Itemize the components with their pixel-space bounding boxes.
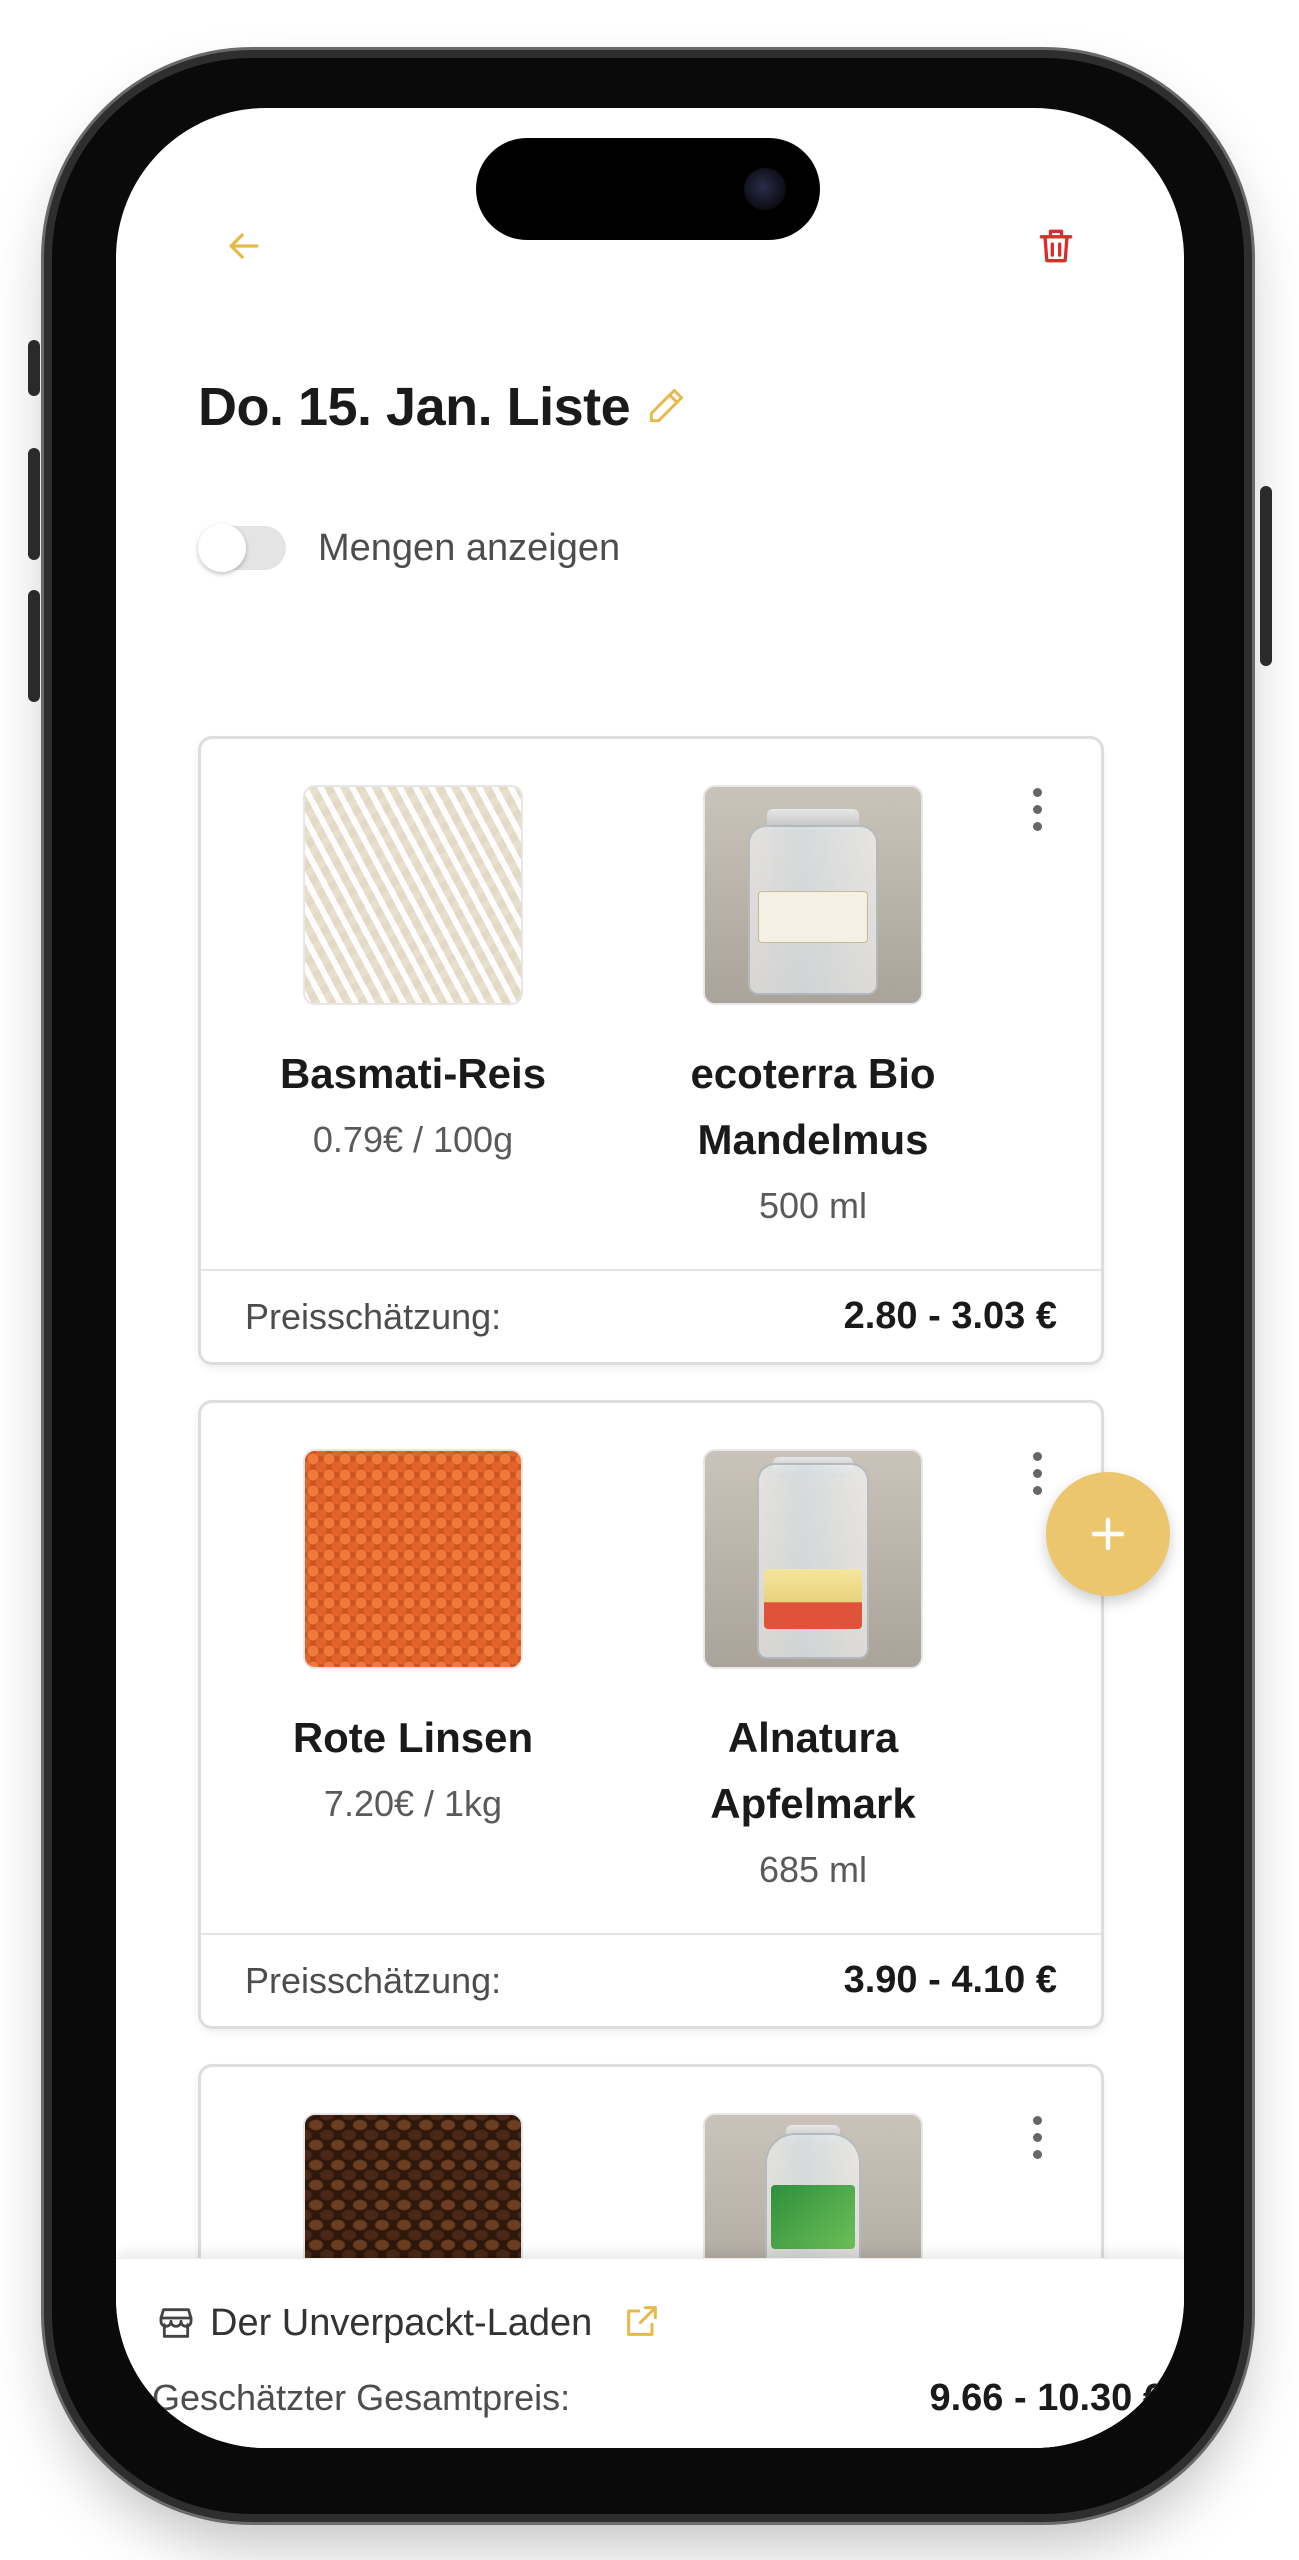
card-more-button[interactable]: [1017, 1443, 1057, 1503]
more-dot: [1032, 1485, 1042, 1495]
estimate-label: Preisschätzung:: [245, 1959, 502, 2001]
more-dot: [1032, 821, 1042, 831]
total-label: Geschätzter Gesamtpreis:: [152, 2377, 571, 2418]
back-button[interactable]: [214, 216, 274, 276]
product-image: [703, 785, 923, 1005]
more-vertical-icon: [1032, 787, 1042, 797]
edit-title-button[interactable]: [638, 378, 694, 434]
list-item[interactable]: ecoterra Bio Mandelmus 500 ml: [643, 785, 983, 1239]
more-vertical-icon: [1032, 2115, 1042, 2125]
card-footer: Preisschätzung: 3.90 - 4.10 €: [201, 1933, 1101, 2026]
app-screen: Do. 15. Jan. Liste Mengen anzeigen Basma…: [116, 108, 1184, 2448]
estimate-label: Preisschätzung:: [245, 1295, 502, 1337]
camera-icon: [744, 168, 786, 210]
more-dot: [1032, 1468, 1042, 1478]
list-item[interactable]: Basmati-Reis 0.79€ / 100g: [243, 785, 583, 1173]
plus-icon: [1091, 1517, 1125, 1551]
product-size: 685 ml: [758, 1849, 868, 1890]
more-dot: [1032, 804, 1042, 814]
product-name: Alnatura Apfelmark: [710, 1714, 916, 1827]
list-card: Basmati-Reis 0.79€ / 100g ecoterra Bio M…: [198, 736, 1104, 1365]
product-image: [303, 1449, 523, 1669]
jar: [757, 1463, 869, 1659]
product-price: 7.20€ / 1kg: [323, 1783, 503, 1824]
bottle-label: [771, 2185, 855, 2249]
product-image: [303, 785, 523, 1005]
dynamic-island: [476, 138, 820, 240]
product-name: Basmati-Reis: [279, 1050, 547, 1097]
show-quantities-toggle[interactable]: [198, 524, 286, 572]
product-size: 500 ml: [758, 1185, 868, 1226]
page-title: Do. 15. Jan. Liste: [198, 377, 631, 437]
power-button: [1260, 486, 1272, 666]
estimate-value: 3.90 - 4.10 €: [843, 1959, 1057, 2001]
shop-row: Der Unverpackt-Laden: [156, 2293, 662, 2353]
estimate-value: 2.80 - 3.03 €: [843, 1295, 1057, 1337]
product-image: [703, 1449, 923, 1669]
list-item[interactable]: Alnatura Apfelmark 685 ml: [643, 1449, 983, 1903]
bottom-summary-bar: Der Unverpackt-Laden Geschätzter Gesamtp…: [116, 2258, 1184, 2448]
product-price: 0.79€ / 100g: [312, 1119, 514, 1160]
card-body: Basmati-Reis 0.79€ / 100g ecoterra Bio M…: [201, 739, 1101, 1269]
action-button: [28, 340, 40, 396]
product-name: Rote Linsen: [292, 1714, 534, 1761]
list-item[interactable]: Rote Linsen 7.20€ / 1kg: [243, 1449, 583, 1837]
show-quantities-row: Mengen anzeigen: [198, 520, 620, 576]
open-shop-link[interactable]: [622, 2301, 662, 2346]
shop-name: Der Unverpackt-Laden: [210, 2301, 593, 2344]
add-item-button[interactable]: [1046, 1472, 1170, 1596]
total-row: Geschätzter Gesamtpreis: 9.66 - 10.30 €: [152, 2377, 1164, 2420]
delete-list-button[interactable]: [1026, 216, 1086, 276]
jar-label: [764, 1569, 862, 1629]
pencil-icon: [649, 388, 684, 423]
jar-label: [758, 891, 868, 943]
toggle-knob: [198, 524, 246, 572]
card-more-button[interactable]: [1017, 779, 1057, 839]
more-dot: [1032, 2149, 1042, 2159]
more-vertical-icon: [1032, 1451, 1042, 1461]
volume-up-button: [28, 448, 40, 560]
external-link-icon: [627, 2305, 658, 2336]
product-name: ecoterra Bio Mandelmus: [690, 1050, 936, 1163]
card-footer: Preisschätzung: 2.80 - 3.03 €: [201, 1269, 1101, 1362]
total-value: 9.66 - 10.30 €: [929, 2377, 1164, 2419]
list-card: Rote Linsen 7.20€ / 1kg Alnatura Apfelma…: [198, 1400, 1104, 2029]
toggle-label: Mengen anzeigen: [318, 526, 621, 569]
card-body: Rote Linsen 7.20€ / 1kg Alnatura Apfelma…: [201, 1403, 1101, 1933]
trash-icon: [1039, 229, 1073, 263]
arrow-left-icon: [229, 233, 259, 259]
card-more-button[interactable]: [1017, 2107, 1057, 2167]
volume-down-button: [28, 590, 40, 702]
store-icon: [159, 2308, 193, 2338]
more-dot: [1032, 2132, 1042, 2142]
